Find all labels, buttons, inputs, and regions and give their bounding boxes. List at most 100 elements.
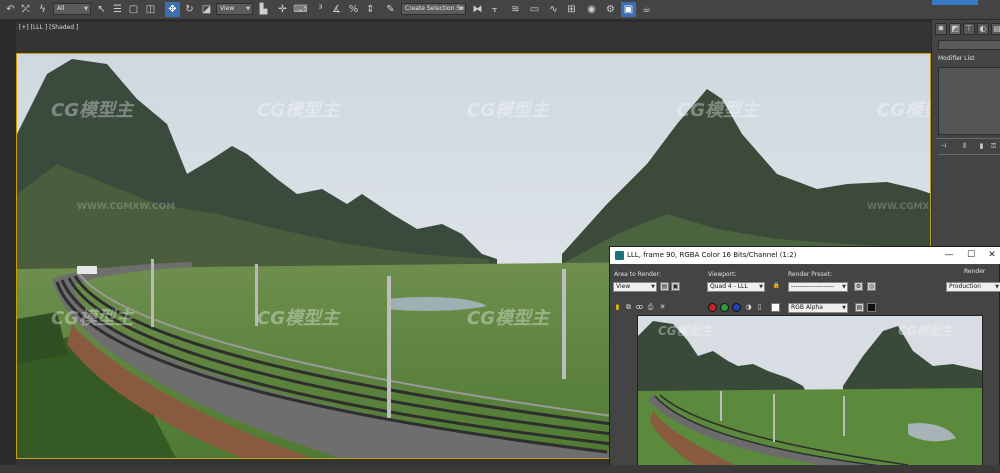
create-icon[interactable]: ✹ xyxy=(935,23,947,35)
curve-editor-icon[interactable]: ∿ xyxy=(546,2,561,17)
render-preset-label: Render Preset: xyxy=(788,271,832,278)
render-label: Render xyxy=(964,268,986,275)
select-scale-icon[interactable]: ◪ xyxy=(199,2,214,17)
select-rotate-icon[interactable]: ↻ xyxy=(182,2,197,17)
app-icon xyxy=(615,251,624,260)
modifier-list-label[interactable]: Modifier List xyxy=(938,55,975,62)
alpha-channel-icon[interactable]: ◑ xyxy=(744,303,753,312)
render-window-title: LLL, frame 90, RGBA Color 16 Bits/Channe… xyxy=(627,251,797,259)
chevron-down-icon: ▼ xyxy=(842,305,846,311)
edit-region-icon[interactable]: ▤ xyxy=(660,282,669,291)
snaps-toggle-icon[interactable]: ³ xyxy=(313,2,328,17)
title-accent-strip xyxy=(932,0,978,5)
blue-channel-toggle[interactable] xyxy=(732,303,741,312)
red-channel-toggle[interactable] xyxy=(708,303,717,312)
render-setup-icon[interactable]: ⚙ xyxy=(854,282,863,291)
ref-coord-dropdown[interactable]: View ▼ xyxy=(216,3,253,15)
viewport-label: Viewport: xyxy=(708,271,737,278)
rendered-image xyxy=(638,316,982,465)
divider xyxy=(938,154,1000,155)
percent-snap-icon[interactable]: % xyxy=(346,2,361,17)
copy-image-icon[interactable]: ⧉ xyxy=(624,303,633,312)
print-image-icon[interactable]: ⎙ xyxy=(646,303,655,312)
modify-icon[interactable]: ◩ xyxy=(949,23,961,35)
spinner-snap-icon[interactable]: ⇕ xyxy=(363,2,378,17)
material-editor-icon[interactable]: ◉ xyxy=(584,2,599,17)
pin-stack-icon[interactable]: ⊣ xyxy=(938,141,949,151)
rendered-image-preview[interactable]: CG模型主 CG模型主 xyxy=(637,315,983,466)
configure-modifier-sets-icon[interactable]: ⚿ xyxy=(988,141,999,151)
show-end-result-icon[interactable]: ⫴ xyxy=(959,141,970,151)
named-selection-set-value: Create Selection Se xyxy=(405,5,464,12)
rect-region-icon[interactable]: ▢ xyxy=(126,2,141,17)
chevron-down-icon: ▼ xyxy=(84,6,88,12)
modifier-stack[interactable] xyxy=(938,67,1000,135)
render-production-icon[interactable]: ☕ xyxy=(639,2,654,17)
minimize-button[interactable]: — xyxy=(943,250,955,261)
divider xyxy=(936,138,1000,139)
chevron-down-icon: ▼ xyxy=(995,284,999,290)
monochrome-icon[interactable]: ▯ xyxy=(755,303,764,312)
status-bar xyxy=(0,465,1000,473)
render-preset-value: -------------------- xyxy=(791,283,835,290)
motion-icon[interactable]: ◐ xyxy=(977,23,989,35)
close-button[interactable]: ✕ xyxy=(986,250,998,261)
render-window-titlebar[interactable]: LLL, frame 90, RGBA Color 16 Bits/Channe… xyxy=(610,247,1000,264)
select-move-icon[interactable]: ✥ xyxy=(165,2,180,17)
render-preset-dropdown[interactable]: -------------------- ▼ xyxy=(788,282,848,292)
select-by-name-icon[interactable]: ☰ xyxy=(110,2,125,17)
chevron-down-icon: ▼ xyxy=(246,6,250,12)
remove-modifier-icon[interactable]: ▮ xyxy=(976,141,987,151)
object-name-field[interactable] xyxy=(938,40,1000,50)
main-toolbar: ↶ ⤱ ϟ All ▼ ↖ ☰ ▢ ◫ ✥ ↻ ◪ View ▼ ▙ ✛ ⌨ ³ ∡… xyxy=(0,0,1000,20)
schematic-view-icon[interactable]: ⊞ xyxy=(564,2,579,17)
selection-filter-value: All xyxy=(57,5,65,12)
channel-dropdown[interactable]: RGB Alpha ▼ xyxy=(788,303,848,313)
chevron-down-icon: ▼ xyxy=(842,284,846,290)
keyboard-shortcut-icon[interactable]: ⌨ xyxy=(293,2,308,17)
viewport-label[interactable]: [+] [LLL ] [Shaded ] xyxy=(19,24,78,31)
green-channel-toggle[interactable] xyxy=(720,303,729,312)
chevron-down-icon: ▼ xyxy=(759,284,763,290)
undo-icon[interactable]: ↶ xyxy=(3,2,18,17)
pivot-center-icon[interactable]: ▙ xyxy=(256,2,271,17)
align-icon[interactable]: ⫟ xyxy=(487,2,502,17)
ribbon-icon[interactable]: ▭ xyxy=(527,2,542,17)
chevron-down-icon: ▼ xyxy=(651,284,655,290)
render-mode-dropdown[interactable]: Production ▼ xyxy=(946,282,1000,292)
maximize-button[interactable]: ☐ xyxy=(965,250,977,261)
hierarchy-icon[interactable]: ⊤ xyxy=(963,23,975,35)
redo-icon[interactable]: ⤱ xyxy=(18,2,33,17)
toggle-ui-icon[interactable] xyxy=(867,303,876,312)
select-manipulate-icon[interactable]: ✛ xyxy=(275,2,290,17)
ref-coord-value: View xyxy=(220,5,235,12)
render-mode-value: Production xyxy=(949,283,981,290)
select-object-icon[interactable]: ↖ xyxy=(94,2,109,17)
rendered-frame-window: LLL, frame 90, RGBA Color 16 Bits/Channe… xyxy=(609,246,1000,473)
window-crossing-icon[interactable]: ◫ xyxy=(143,2,158,17)
viewport-dropdown[interactable]: Quad 4 - LLL ▼ xyxy=(707,282,765,292)
area-to-render-label: Area to Render: xyxy=(614,271,661,278)
chevron-down-icon: ▼ xyxy=(459,6,463,12)
clone-window-icon[interactable]: ꝏ xyxy=(635,303,644,312)
link-icon[interactable]: ϟ xyxy=(35,2,50,17)
rendered-frame-window-icon[interactable]: ▣ xyxy=(621,2,636,17)
render-setup-icon[interactable]: ⚙ xyxy=(603,2,618,17)
channel-value: RGB Alpha xyxy=(791,304,823,311)
angle-snap-icon[interactable]: ∡ xyxy=(329,2,344,17)
selection-filter-dropdown[interactable]: All ▼ xyxy=(53,3,91,15)
mirror-icon[interactable]: ⧓ xyxy=(470,2,485,17)
viewport-value: Quad 4 - LLL xyxy=(710,283,748,290)
area-to-render-dropdown[interactable]: View ▼ xyxy=(613,282,657,292)
display-icon[interactable]: ▤ xyxy=(991,23,1000,35)
environment-effects-icon[interactable]: ◎ xyxy=(867,282,876,291)
layer-explorer-icon[interactable]: ≋ xyxy=(508,2,523,17)
clear-icon[interactable]: ✕ xyxy=(658,303,667,312)
auto-region-icon[interactable]: ▣ xyxy=(671,282,680,291)
swatch-icon[interactable] xyxy=(771,303,780,312)
named-selection-set-dropdown[interactable]: Create Selection Se ▼ xyxy=(401,3,466,15)
save-image-icon[interactable]: ▮ xyxy=(613,303,622,312)
lock-icon[interactable]: 🔒 xyxy=(772,282,781,291)
toggle-ui-overlay-icon[interactable]: ▤ xyxy=(855,303,864,312)
edit-named-sel-icon[interactable]: ✎ xyxy=(383,2,398,17)
